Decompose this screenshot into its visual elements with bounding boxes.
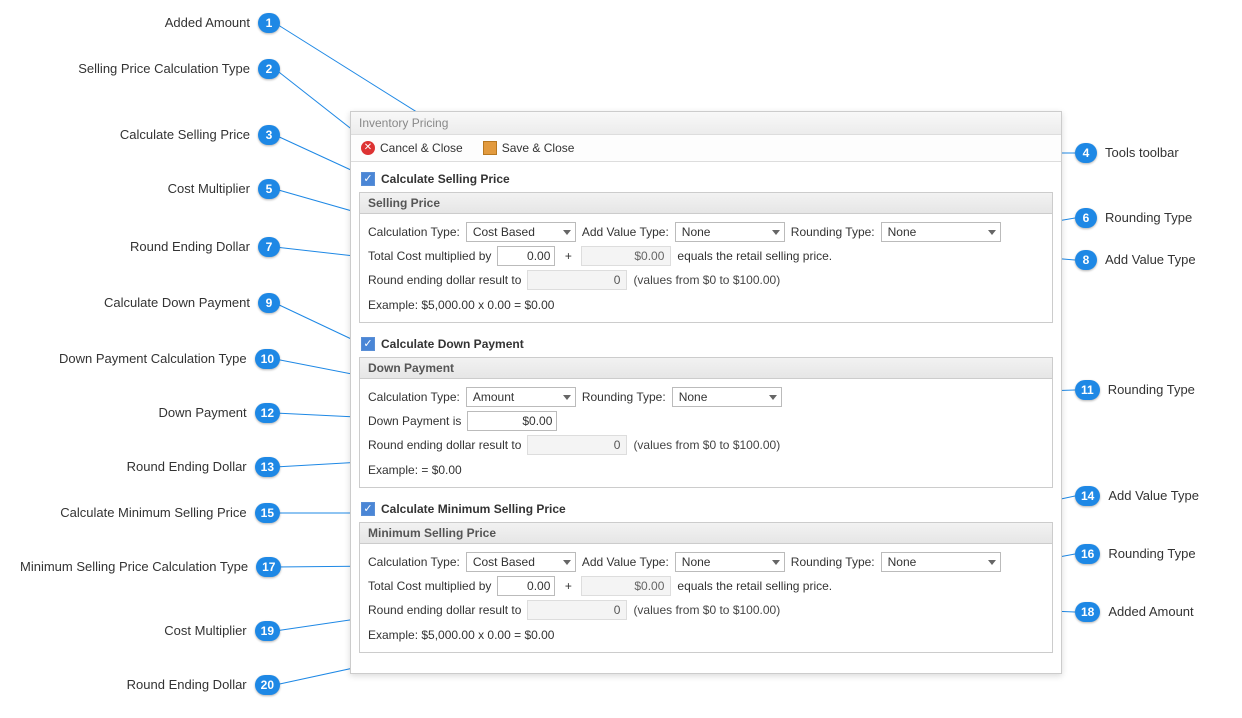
msp-round-hint: (values from $0 to $100.00) (633, 603, 780, 617)
callout-5: Cost Multiplier5 (20, 179, 280, 199)
msp-header: Minimum Selling Price (360, 523, 1052, 544)
chevron-down-icon (563, 395, 571, 400)
sp-cost-multiplier-input[interactable]: 0.00 (497, 246, 555, 266)
callout-18: 18Added Amount (1075, 602, 1194, 622)
plus-sign: + (561, 249, 575, 263)
callout-19: Cost Multiplier19 (20, 621, 280, 641)
msp-round-lbl: Round ending dollar result to (368, 603, 521, 617)
dp-amt-lbl: Down Payment is (368, 414, 461, 428)
save-close-label: Save & Close (502, 141, 575, 155)
callout-11: 11Rounding Type (1075, 380, 1195, 400)
msp-cost-multiplier-input[interactable]: 0.00 (497, 576, 555, 596)
callout-20: Round Ending Dollar20 (20, 675, 280, 695)
dp-calc-type-lbl: Calculation Type: (368, 390, 460, 404)
sp-round-type-lbl: Rounding Type: (791, 225, 875, 239)
tools-toolbar: ✕ Cancel & Close Save & Close (351, 135, 1061, 162)
chevron-down-icon (563, 560, 571, 565)
callout-16: 16Rounding Type (1075, 544, 1196, 564)
chevron-down-icon (772, 230, 780, 235)
plus-sign: + (561, 579, 575, 593)
sp-mult-tail: equals the retail selling price. (677, 249, 832, 263)
dp-amount-input[interactable]: $0.00 (467, 411, 557, 431)
cancel-close-label: Cancel & Close (380, 141, 463, 155)
save-icon (483, 141, 497, 155)
callout-17: Minimum Selling Price Calculation Type17 (20, 557, 280, 577)
callout-10: Down Payment Calculation Type10 (20, 349, 280, 369)
msp-add-value-select[interactable]: None (675, 552, 785, 572)
dp-round-lbl: Round ending dollar result to (368, 438, 521, 452)
msp-mult-tail: equals the retail selling price. (677, 579, 832, 593)
cancel-icon: ✕ (361, 141, 375, 155)
calc-msp-checkbox[interactable] (361, 502, 375, 516)
down-payment-header: Down Payment (360, 358, 1052, 379)
sp-calc-type-select[interactable]: Cost Based (466, 222, 576, 242)
dp-round-hint: (values from $0 to $100.00) (633, 438, 780, 452)
chevron-down-icon (769, 395, 777, 400)
msp-calc-type-lbl: Calculation Type: (368, 555, 460, 569)
dp-example: Example: = $0.00 (368, 457, 1044, 479)
sp-calc-type-lbl: Calculation Type: (368, 225, 460, 239)
callout-4: 4Tools toolbar (1075, 143, 1179, 163)
dp-round-ending-input[interactable]: 0 (527, 435, 627, 455)
selling-price-section: Selling Price Calculation Type: Cost Bas… (359, 192, 1053, 323)
sp-mult-lbl: Total Cost multiplied by (368, 249, 491, 263)
sp-rounding-type-select[interactable]: None (881, 222, 1001, 242)
callout-8: 8Add Value Type (1075, 250, 1196, 270)
sp-round-ending-input[interactable]: 0 (527, 270, 627, 290)
chevron-down-icon (772, 560, 780, 565)
sp-added-amount-input[interactable]: $0.00 (581, 246, 671, 266)
callout-1: Added Amount1 (20, 13, 280, 33)
sp-round-hint: (values from $0 to $100.00) (633, 273, 780, 287)
sp-add-value-select[interactable]: None (675, 222, 785, 242)
msp-add-val-lbl: Add Value Type: (582, 555, 669, 569)
msp-rounding-type-select[interactable]: None (881, 552, 1001, 572)
sp-example: Example: $5,000.00 x 0.00 = $0.00 (368, 292, 1044, 314)
msp-calc-type-select[interactable]: Cost Based (466, 552, 576, 572)
callout-15: Calculate Minimum Selling Price15 (20, 503, 280, 523)
sp-add-val-lbl: Add Value Type: (582, 225, 669, 239)
msp-added-amount-input[interactable]: $0.00 (581, 576, 671, 596)
chevron-down-icon (988, 560, 996, 565)
cancel-close-button[interactable]: ✕ Cancel & Close (357, 139, 467, 157)
msp-round-ending-input[interactable]: 0 (527, 600, 627, 620)
calc-selling-price-checkbox[interactable] (361, 172, 375, 186)
msp-mult-lbl: Total Cost multiplied by (368, 579, 491, 593)
inventory-pricing-window: Inventory Pricing ✕ Cancel & Close Save … (350, 111, 1062, 674)
callout-3: Calculate Selling Price3 (20, 125, 280, 145)
callout-6: 6Rounding Type (1075, 208, 1192, 228)
calc-selling-price-label: Calculate Selling Price (381, 172, 510, 186)
msp-example: Example: $5,000.00 x 0.00 = $0.00 (368, 622, 1044, 644)
sp-round-lbl: Round ending dollar result to (368, 273, 521, 287)
callout-2: Selling Price Calculation Type2 (20, 59, 280, 79)
down-payment-section: Down Payment Calculation Type: Amount Ro… (359, 357, 1053, 488)
calc-down-payment-checkbox[interactable] (361, 337, 375, 351)
selling-price-header: Selling Price (360, 193, 1052, 214)
save-close-button[interactable]: Save & Close (479, 139, 579, 157)
calc-down-payment-label: Calculate Down Payment (381, 337, 524, 351)
content-area: Calculate Selling Price Selling Price Ca… (351, 162, 1061, 673)
dp-calc-type-select[interactable]: Amount (466, 387, 576, 407)
dp-round-type-lbl: Rounding Type: (582, 390, 666, 404)
callout-12: Down Payment12 (20, 403, 280, 423)
msp-round-type-lbl: Rounding Type: (791, 555, 875, 569)
chevron-down-icon (563, 230, 571, 235)
callout-9: Calculate Down Payment9 (20, 293, 280, 313)
window-title: Inventory Pricing (351, 112, 1061, 135)
callout-13: Round Ending Dollar13 (20, 457, 280, 477)
calc-msp-label: Calculate Minimum Selling Price (381, 502, 566, 516)
callout-7: Round Ending Dollar7 (20, 237, 280, 257)
msp-section: Minimum Selling Price Calculation Type: … (359, 522, 1053, 653)
callout-14: 14Add Value Type (1075, 486, 1199, 506)
chevron-down-icon (988, 230, 996, 235)
dp-rounding-type-select[interactable]: None (672, 387, 782, 407)
